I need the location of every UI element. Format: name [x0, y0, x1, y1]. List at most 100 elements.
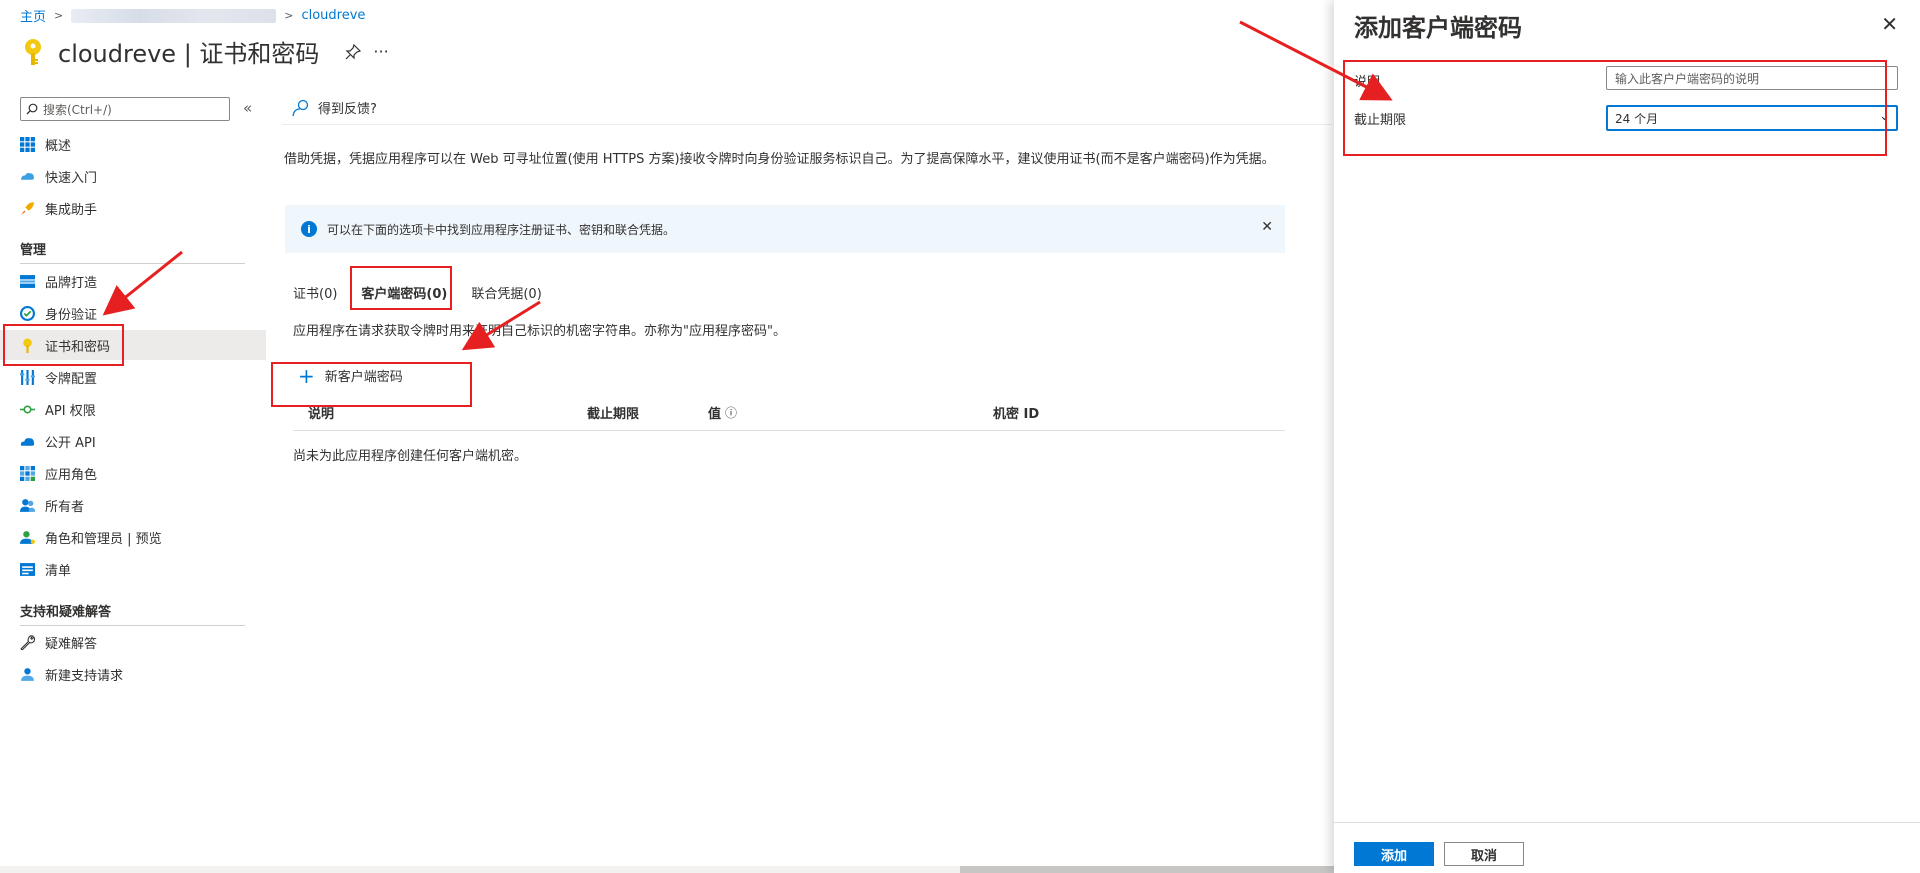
sidebar-item-label: 证书和密码	[45, 339, 111, 355]
rocket-icon	[21, 201, 34, 215]
panel-footer-divider	[1334, 822, 1920, 823]
column-header-secret-id: 机密 ID	[993, 407, 1040, 422]
column-header-value-wrap: 值 ⓘ	[708, 403, 737, 422]
column-header-value: 值	[708, 407, 722, 422]
sidebar-item-integration[interactable]: 集成助手	[0, 193, 266, 223]
sidebar-item-token-config[interactable]: 令牌配置	[0, 362, 266, 392]
manifest-icon	[20, 562, 35, 576]
tab-certificates[interactable]: 证书(0)	[293, 283, 349, 302]
search-placeholder: 搜索(Ctrl+/)	[43, 102, 112, 117]
column-header-expires: 截止期限	[587, 407, 640, 422]
sidebar-search-input[interactable]: 搜索(Ctrl+/)	[20, 97, 230, 121]
page-title: cloudreve | 证书和密码	[58, 40, 320, 68]
collapse-sidebar-button[interactable]: «	[243, 99, 252, 117]
empty-table-message: 尚未为此应用程序创建任何客户端机密。	[293, 449, 528, 464]
expiry-field-label: 截止期限	[1354, 113, 1407, 128]
panel-title: 添加客户端密码	[1354, 14, 1522, 42]
section-heading-manage: 管理	[20, 243, 47, 258]
pin-icon[interactable]	[345, 43, 362, 60]
chevron-right-icon: >	[54, 9, 64, 22]
credentials-tabs: 证书(0) 客户端密码(0) 联合凭据(0)	[293, 283, 566, 302]
sidebar-item-label: 概述	[45, 138, 72, 154]
cancel-button[interactable]: 取消	[1444, 842, 1524, 866]
api-permission-icon	[20, 404, 35, 414]
sidebar-item-new-support-request[interactable]: 新建支持请求	[0, 659, 266, 689]
info-icon[interactable]: ⓘ	[725, 404, 737, 421]
sidebar-item-troubleshooting[interactable]: 疑难解答	[0, 627, 266, 657]
wrench-icon	[20, 634, 35, 650]
scrollbar-thumb[interactable]	[960, 866, 1334, 873]
breadcrumb-home-link[interactable]: 主页	[20, 6, 46, 25]
sidebar-item-authentication[interactable]: 身份验证	[0, 298, 266, 328]
feedback-label: 得到反馈?	[318, 102, 377, 117]
new-client-secret-label: 新客户端密码	[324, 370, 403, 385]
horizontal-scrollbar[interactable]	[0, 866, 1334, 873]
sidebar-item-manifest[interactable]: 清单	[0, 554, 266, 584]
sidebar-item-overview[interactable]: 概述	[0, 129, 266, 159]
sidebar-item-label: 新建支持请求	[45, 668, 124, 684]
description-field-label: 说明	[1354, 75, 1381, 90]
sidebar-item-label: 快速入门	[45, 170, 98, 186]
table-divider	[293, 430, 1285, 431]
info-banner-text: 可以在下面的选项卡中找到应用程序注册证书、密钥和联合凭据。	[327, 222, 676, 237]
sidebar-item-label: 令牌配置	[45, 371, 98, 387]
sidebar-item-label: 品牌打造	[45, 275, 98, 291]
branding-icon	[20, 274, 35, 288]
feedback-button[interactable]: 得到反馈?	[292, 98, 377, 117]
sidebar-item-certificates-secrets[interactable]: 证书和密码	[0, 330, 266, 360]
close-icon[interactable]: ✕	[1881, 12, 1898, 36]
sidebar-item-app-roles[interactable]: 应用角色	[0, 458, 266, 488]
section-divider	[20, 263, 245, 264]
new-client-secret-button[interactable]: + 新客户端密码	[298, 363, 403, 388]
tab-federated-credentials[interactable]: 联合凭据(0)	[471, 283, 553, 302]
description-field[interactable]: 输入此客户户端密码的说明	[1606, 66, 1898, 90]
section-divider	[20, 625, 245, 626]
key-icon	[23, 338, 32, 353]
client-secrets-description: 应用程序在请求获取令牌时用来证明自己标识的机密字符串。亦称为"应用程序密码"。	[293, 324, 786, 339]
info-banner: i 可以在下面的选项卡中找到应用程序注册证书、密钥和联合凭据。 ✕	[285, 205, 1285, 253]
add-button[interactable]: 添加	[1354, 842, 1434, 866]
sidebar-item-label: 公开 API	[45, 435, 96, 451]
grid-icon	[20, 465, 35, 481]
plus-icon: +	[298, 363, 315, 388]
expiry-selected-value: 24 个月	[1615, 111, 1659, 126]
breadcrumb-current-link[interactable]: cloudreve	[301, 8, 365, 23]
column-header-description: 说明	[308, 407, 335, 422]
quickstart-icon	[21, 172, 34, 180]
cloud-icon	[20, 437, 35, 446]
search-icon	[26, 103, 38, 115]
chevron-right-icon: >	[284, 9, 294, 22]
toolbar-divider	[282, 124, 1332, 125]
title-row: cloudreve | 证书和密码 ···	[20, 34, 389, 69]
tab-client-secrets[interactable]: 客户端密码(0)	[361, 283, 459, 302]
sidebar-item-label: 身份验证	[45, 307, 98, 323]
sidebar-item-label: 应用角色	[45, 467, 98, 483]
sidebar-item-label: API 权限	[45, 403, 96, 419]
close-icon[interactable]: ✕	[1261, 219, 1273, 235]
key-icon	[25, 38, 41, 65]
sidebar-item-label: 角色和管理员 | 预览	[45, 531, 162, 547]
expiry-select[interactable]: 24 个月 ⌄	[1606, 105, 1898, 131]
token-icon	[20, 369, 35, 385]
support-icon	[21, 667, 34, 681]
sidebar-item-expose-api[interactable]: 公开 API	[0, 426, 266, 456]
breadcrumb: 主页 > > cloudreve	[20, 6, 365, 25]
sidebar-item-owners[interactable]: 所有者	[0, 490, 266, 520]
sidebar-item-quickstart[interactable]: 快速入门	[0, 161, 266, 191]
overview-icon	[20, 136, 35, 152]
auth-icon	[20, 305, 35, 321]
description-placeholder: 输入此客户户端密码的说明	[1615, 71, 1760, 86]
owners-icon	[20, 498, 35, 512]
sidebar-item-label: 所有者	[45, 499, 85, 515]
info-icon: i	[301, 221, 317, 237]
sidebar-item-roles-admins[interactable]: 角色和管理员 | 预览	[0, 522, 266, 552]
sidebar-item-api-permissions[interactable]: API 权限	[0, 394, 266, 424]
chevron-down-icon: ⌄	[1879, 109, 1890, 124]
sidebar-item-label: 集成助手	[45, 202, 98, 218]
sidebar-item-label: 疑难解答	[45, 636, 98, 652]
more-options-button[interactable]: ···	[373, 42, 388, 61]
breadcrumb-redacted-segment[interactable]	[71, 8, 277, 23]
section-heading-support: 支持和疑难解答	[20, 605, 112, 620]
sidebar-item-branding[interactable]: 品牌打造	[0, 266, 266, 296]
credentials-description: 借助凭据，凭据应用程序可以在 Web 可寻址位置(使用 HTTPS 方案)接收令…	[284, 152, 1275, 167]
